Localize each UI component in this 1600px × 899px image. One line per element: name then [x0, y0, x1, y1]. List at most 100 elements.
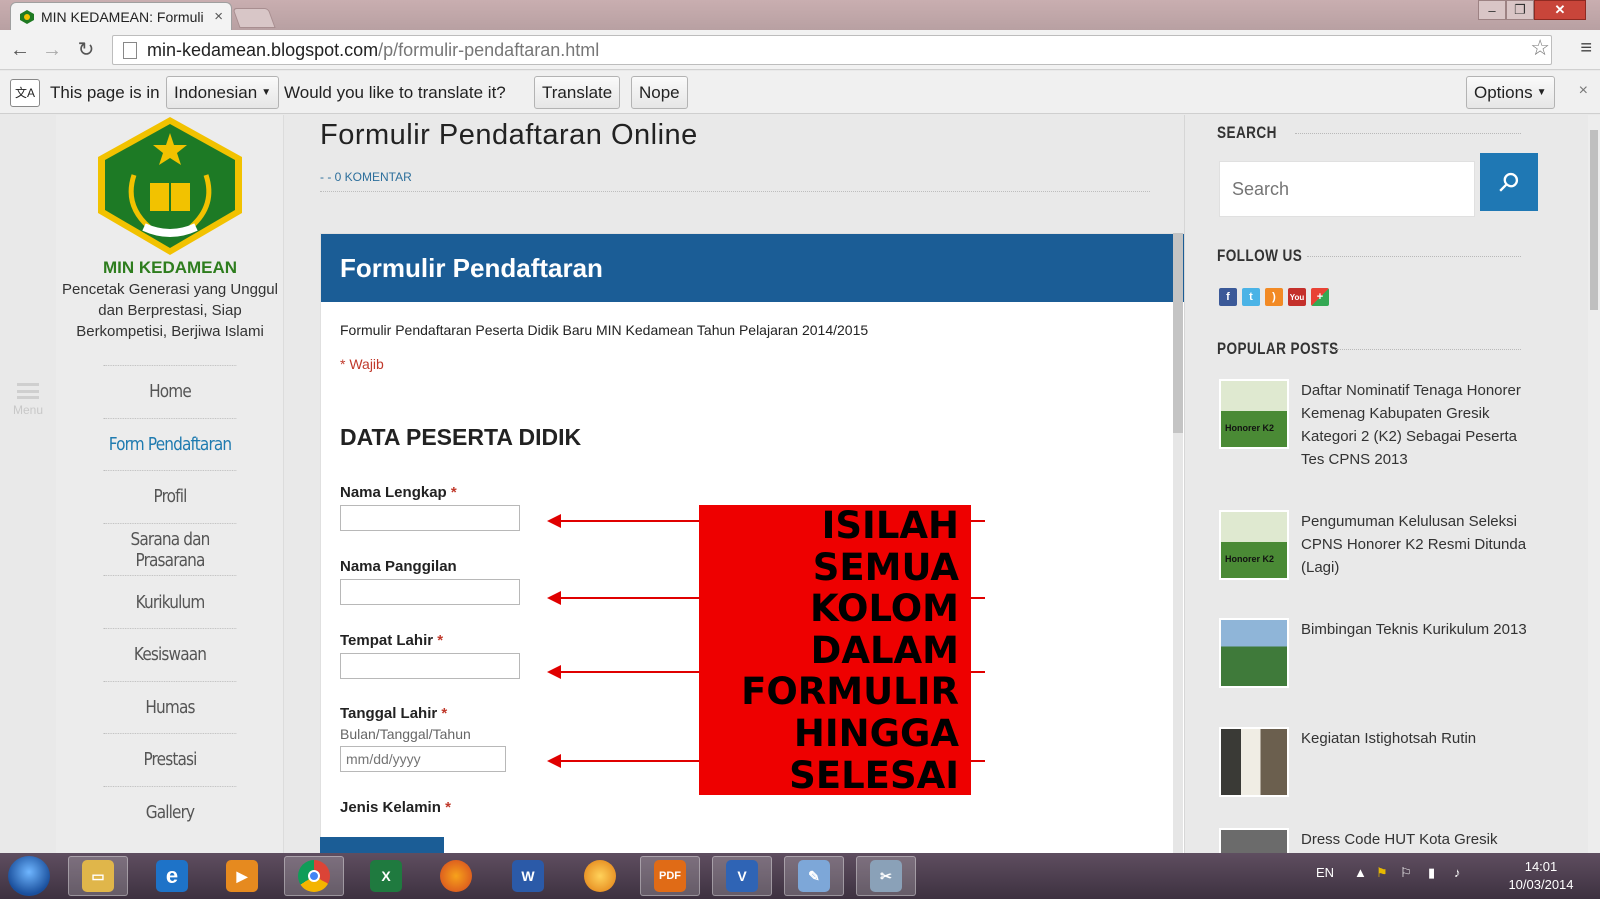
network-signal-icon[interactable]: ▮	[1428, 865, 1435, 881]
reload-icon[interactable]: ↻	[74, 38, 98, 62]
nama-lengkap-input[interactable]	[340, 505, 520, 531]
taskbar-word[interactable]: W	[498, 856, 558, 896]
search-button[interactable]: ⚲	[1480, 153, 1538, 211]
internet-explorer-icon: e	[156, 860, 188, 892]
popular-post-title[interactable]: Kegiatan Istighotsah Rutin	[1301, 727, 1541, 797]
popular-post-title[interactable]: Pengumuman Kelulusan Seleksi CPNS Honore…	[1301, 510, 1541, 580]
nav-item-gallery[interactable]: Gallery	[103, 785, 237, 839]
firefox-icon	[440, 860, 472, 892]
nav-item-form-pendaftaran[interactable]: Form Pendaftaran	[103, 417, 237, 471]
section-title: DATA PESERTA DIDIK	[340, 424, 582, 450]
taskbar-excel[interactable]: X	[356, 856, 416, 896]
popular-post-title[interactable]: Dress Code HUT Kota Gresik	[1301, 828, 1541, 853]
taskbar-media-player[interactable]: ▶	[212, 856, 272, 896]
nav-item-humas[interactable]: Humas	[103, 680, 237, 734]
taskbar-visio[interactable]: V	[712, 856, 772, 896]
post-comments-link[interactable]: - - 0 KOMENTAR	[320, 170, 412, 184]
divider	[1325, 349, 1521, 350]
kemenag-logo[interactable]	[94, 115, 246, 257]
facebook-icon[interactable]: f	[1219, 288, 1237, 306]
browser-tab[interactable]: MIN KEDAMEAN: Formuli ×	[10, 2, 232, 30]
form-button-partial[interactable]	[320, 837, 444, 853]
nav-item-sarana-prasarana[interactable]: Sarana dan Prasarana	[103, 522, 237, 576]
main-nav: Home Form Pendaftaran Profil Sarana dan …	[92, 365, 248, 838]
menu-toggle[interactable]: Menu	[8, 383, 48, 417]
action-center-icon[interactable]: ⚑	[1376, 865, 1388, 881]
post-thumbnail[interactable]: Honorer K2	[1219, 379, 1289, 449]
page-scrollbar[interactable]	[1588, 115, 1600, 853]
nav-item-home[interactable]: Home	[103, 365, 237, 418]
tanggal-lahir-input[interactable]	[340, 746, 506, 772]
translate-options-label: Options	[1474, 82, 1533, 102]
nav-item-profil[interactable]: Profil	[103, 470, 237, 523]
translate-lead-text: This page is in	[50, 83, 160, 102]
post-thumbnail[interactable]	[1219, 618, 1289, 688]
taskbar-pdf[interactable]: PDF	[640, 856, 700, 896]
nav-item-kesiswaan[interactable]: Kesiswaan	[103, 627, 237, 681]
popular-post-title[interactable]: Bimbingan Teknis Kurikulum 2013	[1301, 618, 1541, 688]
taskbar-paint[interactable]: ✎	[784, 856, 844, 896]
excel-icon: X	[370, 860, 402, 892]
bookmark-star-icon[interactable]: ☆	[1530, 35, 1550, 61]
address-bar[interactable]: min-kedamean.blogspot.com/p/formulir-pen…	[112, 35, 1552, 65]
popular-post[interactable]: Honorer K2 Pengumuman Kelulusan Seleksi …	[1219, 510, 1541, 580]
start-button[interactable]	[8, 856, 50, 896]
popular-post-title[interactable]: Daftar Nominatif Tenaga Honorer Kemenag …	[1301, 379, 1541, 471]
translate-button[interactable]: Translate	[534, 76, 621, 109]
back-arrow-icon[interactable]: ←	[8, 38, 32, 62]
language-select[interactable]: Indonesian ▼	[166, 76, 280, 109]
system-clock[interactable]: 14:01 10/03/2014	[1496, 858, 1586, 894]
taskbar-media-app[interactable]	[570, 856, 630, 896]
popular-post[interactable]: Honorer K2 Daftar Nominatif Tenaga Honor…	[1219, 379, 1541, 471]
paint-icon: ✎	[798, 860, 830, 892]
taskbar-ie[interactable]: e	[142, 856, 202, 896]
rss-icon[interactable]: )	[1265, 288, 1283, 306]
window-close-button[interactable]: ✕	[1534, 0, 1586, 20]
browser-menu-icon[interactable]: ≡	[1580, 37, 1592, 60]
nope-button[interactable]: Nope	[631, 76, 688, 109]
browser-tab-strip: MIN KEDAMEAN: Formuli × – ❐ ✕	[0, 0, 1600, 30]
popular-post[interactable]: Bimbingan Teknis Kurikulum 2013	[1219, 618, 1541, 688]
post-thumbnail[interactable]: Honorer K2	[1219, 510, 1289, 580]
search-input[interactable]	[1220, 162, 1474, 216]
scrollbar-thumb[interactable]	[1173, 233, 1183, 433]
window-minimize-button[interactable]: –	[1478, 0, 1506, 20]
field-help: Bulan/Tanggal/Tahun	[340, 726, 471, 742]
required-note: * Wajib	[340, 356, 384, 372]
new-tab-button[interactable]	[232, 8, 276, 28]
form-scrollbar[interactable]	[1173, 233, 1183, 853]
nama-panggilan-input[interactable]	[340, 579, 520, 605]
post-thumbnail[interactable]	[1219, 727, 1289, 797]
popular-post[interactable]: Kegiatan Istighotsah Rutin	[1219, 727, 1541, 797]
translate-options-button[interactable]: Options ▼	[1466, 76, 1555, 109]
post-thumbnail[interactable]	[1219, 828, 1289, 853]
taskbar-firefox[interactable]	[426, 856, 486, 896]
window-restore-button[interactable]: ❐	[1506, 0, 1534, 20]
popular-post[interactable]: Dress Code HUT Kota Gresik	[1219, 828, 1541, 853]
social-links: f t ) You +	[1219, 288, 1329, 306]
google-plus-icon[interactable]: +	[1311, 288, 1329, 306]
translate-bar-close-icon[interactable]: ×	[1579, 82, 1588, 100]
post-title: Formulir Pendaftaran Online	[320, 119, 698, 151]
input-language[interactable]: EN	[1316, 865, 1334, 880]
nav-item-kurikulum[interactable]: Kurikulum	[103, 575, 237, 628]
volume-icon[interactable]: ♪	[1454, 865, 1461, 880]
field-nama-panggilan: Nama Panggilan	[340, 558, 520, 605]
required-mark: *	[450, 484, 457, 501]
flag-icon[interactable]: ⚐	[1400, 865, 1412, 881]
taskbar-snipping[interactable]: ✂	[856, 856, 916, 896]
form-description: Formulir Pendaftaran Peserta Didik Baru …	[340, 322, 869, 338]
taskbar-explorer[interactable]: ▭	[68, 856, 128, 896]
nav-item-prestasi[interactable]: Prestasi	[103, 733, 237, 786]
tab-close-icon[interactable]: ×	[214, 8, 223, 25]
translate-icon: 文A	[10, 79, 40, 107]
taskbar-chrome[interactable]	[284, 856, 344, 896]
tray-expand-icon[interactable]: ▲	[1354, 865, 1367, 880]
twitter-icon[interactable]: t	[1242, 288, 1260, 306]
field-jenis-kelamin: Jenis Kelamin *	[340, 799, 451, 816]
tab-title: MIN KEDAMEAN: Formuli	[41, 8, 204, 25]
forward-arrow-icon[interactable]: →	[40, 38, 64, 62]
youtube-icon[interactable]: You	[1288, 288, 1306, 306]
tempat-lahir-input[interactable]	[340, 653, 520, 679]
scrollbar-thumb[interactable]	[1590, 130, 1598, 310]
